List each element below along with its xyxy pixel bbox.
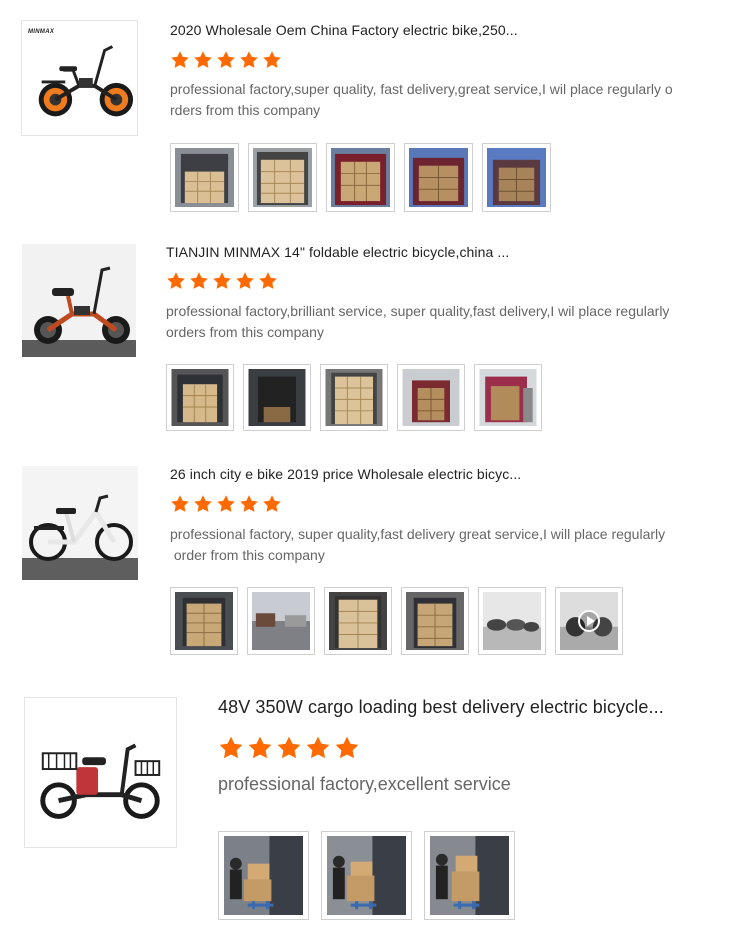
product-title[interactable]: 26 inch city e bike 2019 price Wholesale… bbox=[170, 466, 521, 482]
review-comment: professional factory,brilliant service, … bbox=[166, 301, 746, 343]
folding-ebike-image bbox=[38, 45, 134, 117]
review-photo[interactable] bbox=[401, 587, 469, 655]
comment-line: professional factory, super quality,fast… bbox=[170, 526, 666, 542]
review-photo-gallery bbox=[170, 587, 632, 655]
star-icon bbox=[334, 735, 360, 761]
star-icon bbox=[216, 494, 236, 514]
review-photo[interactable] bbox=[424, 831, 515, 920]
star-icon bbox=[258, 271, 278, 291]
review-item: TIANJIN MINMAX 14" foldable electric bic… bbox=[0, 230, 750, 460]
review-photo[interactable] bbox=[324, 587, 392, 655]
review-photo[interactable] bbox=[218, 831, 309, 920]
review-photo[interactable] bbox=[474, 364, 542, 431]
review-photo[interactable] bbox=[170, 143, 239, 212]
review-photo[interactable] bbox=[247, 587, 315, 655]
review-comment: professional factory,super quality, fast… bbox=[170, 79, 745, 121]
review-item: MINMAX 2020 Wholesale Oem China Factory … bbox=[0, 0, 750, 230]
review-photo[interactable] bbox=[166, 364, 234, 431]
star-icon bbox=[305, 735, 331, 761]
review-photo[interactable] bbox=[320, 364, 388, 431]
comment-line: professional factory,excellent service bbox=[218, 774, 511, 794]
foldable-ebike-image bbox=[22, 244, 136, 357]
star-icon bbox=[276, 735, 302, 761]
brand-logo: MINMAX bbox=[28, 29, 55, 35]
star-icon bbox=[247, 735, 273, 761]
review-comment: professional factory, super quality,fast… bbox=[170, 524, 745, 566]
review-photo[interactable] bbox=[243, 364, 311, 431]
comment-line: professional factory,super quality, fast… bbox=[170, 81, 673, 97]
star-icon bbox=[216, 50, 236, 70]
star-icon bbox=[235, 271, 255, 291]
star-icon bbox=[166, 271, 186, 291]
review-photo[interactable] bbox=[478, 587, 546, 655]
review-comment: professional factory,excellent service bbox=[218, 774, 738, 795]
rating-stars bbox=[166, 271, 278, 291]
product-thumbnail[interactable] bbox=[22, 244, 136, 357]
star-icon bbox=[193, 494, 213, 514]
product-thumbnail[interactable] bbox=[22, 466, 138, 580]
product-title[interactable]: 2020 Wholesale Oem China Factory electri… bbox=[170, 22, 518, 38]
cargo-ebike-image bbox=[40, 743, 161, 819]
play-icon[interactable] bbox=[578, 610, 600, 632]
star-icon bbox=[212, 271, 232, 291]
rating-stars bbox=[218, 735, 360, 761]
star-icon bbox=[170, 50, 190, 70]
comment-line: rders from this company bbox=[170, 102, 321, 118]
review-photo[interactable] bbox=[321, 831, 412, 920]
comment-line: order from this company bbox=[170, 547, 325, 563]
star-icon bbox=[239, 50, 259, 70]
comment-line: professional factory,brilliant service, … bbox=[166, 303, 670, 319]
review-photo[interactable] bbox=[248, 143, 317, 212]
star-icon bbox=[262, 50, 282, 70]
review-photo[interactable] bbox=[404, 143, 473, 212]
comment-line: orders from this company bbox=[166, 324, 324, 340]
review-item: 48V 350W cargo loading best delivery ele… bbox=[0, 685, 750, 945]
star-icon bbox=[189, 271, 209, 291]
review-photo[interactable] bbox=[170, 587, 238, 655]
star-icon bbox=[193, 50, 213, 70]
star-icon bbox=[170, 494, 190, 514]
star-icon bbox=[239, 494, 259, 514]
review-photo[interactable] bbox=[555, 587, 623, 655]
city-ebike-image bbox=[22, 466, 138, 580]
product-thumbnail[interactable] bbox=[24, 697, 177, 848]
review-item: 26 inch city e bike 2019 price Wholesale… bbox=[0, 460, 750, 685]
rating-stars bbox=[170, 50, 282, 70]
review-photo[interactable] bbox=[397, 364, 465, 431]
star-icon bbox=[262, 494, 282, 514]
review-photo-gallery bbox=[170, 143, 560, 212]
product-title[interactable]: TIANJIN MINMAX 14" foldable electric bic… bbox=[166, 244, 509, 260]
rating-stars bbox=[170, 494, 282, 514]
review-photo[interactable] bbox=[482, 143, 551, 212]
review-photo-gallery bbox=[218, 831, 527, 920]
review-photo-gallery bbox=[166, 364, 551, 431]
review-photo[interactable] bbox=[326, 143, 395, 212]
product-thumbnail[interactable]: MINMAX bbox=[21, 20, 138, 136]
star-icon bbox=[218, 735, 244, 761]
product-title[interactable]: 48V 350W cargo loading best delivery ele… bbox=[218, 697, 664, 718]
